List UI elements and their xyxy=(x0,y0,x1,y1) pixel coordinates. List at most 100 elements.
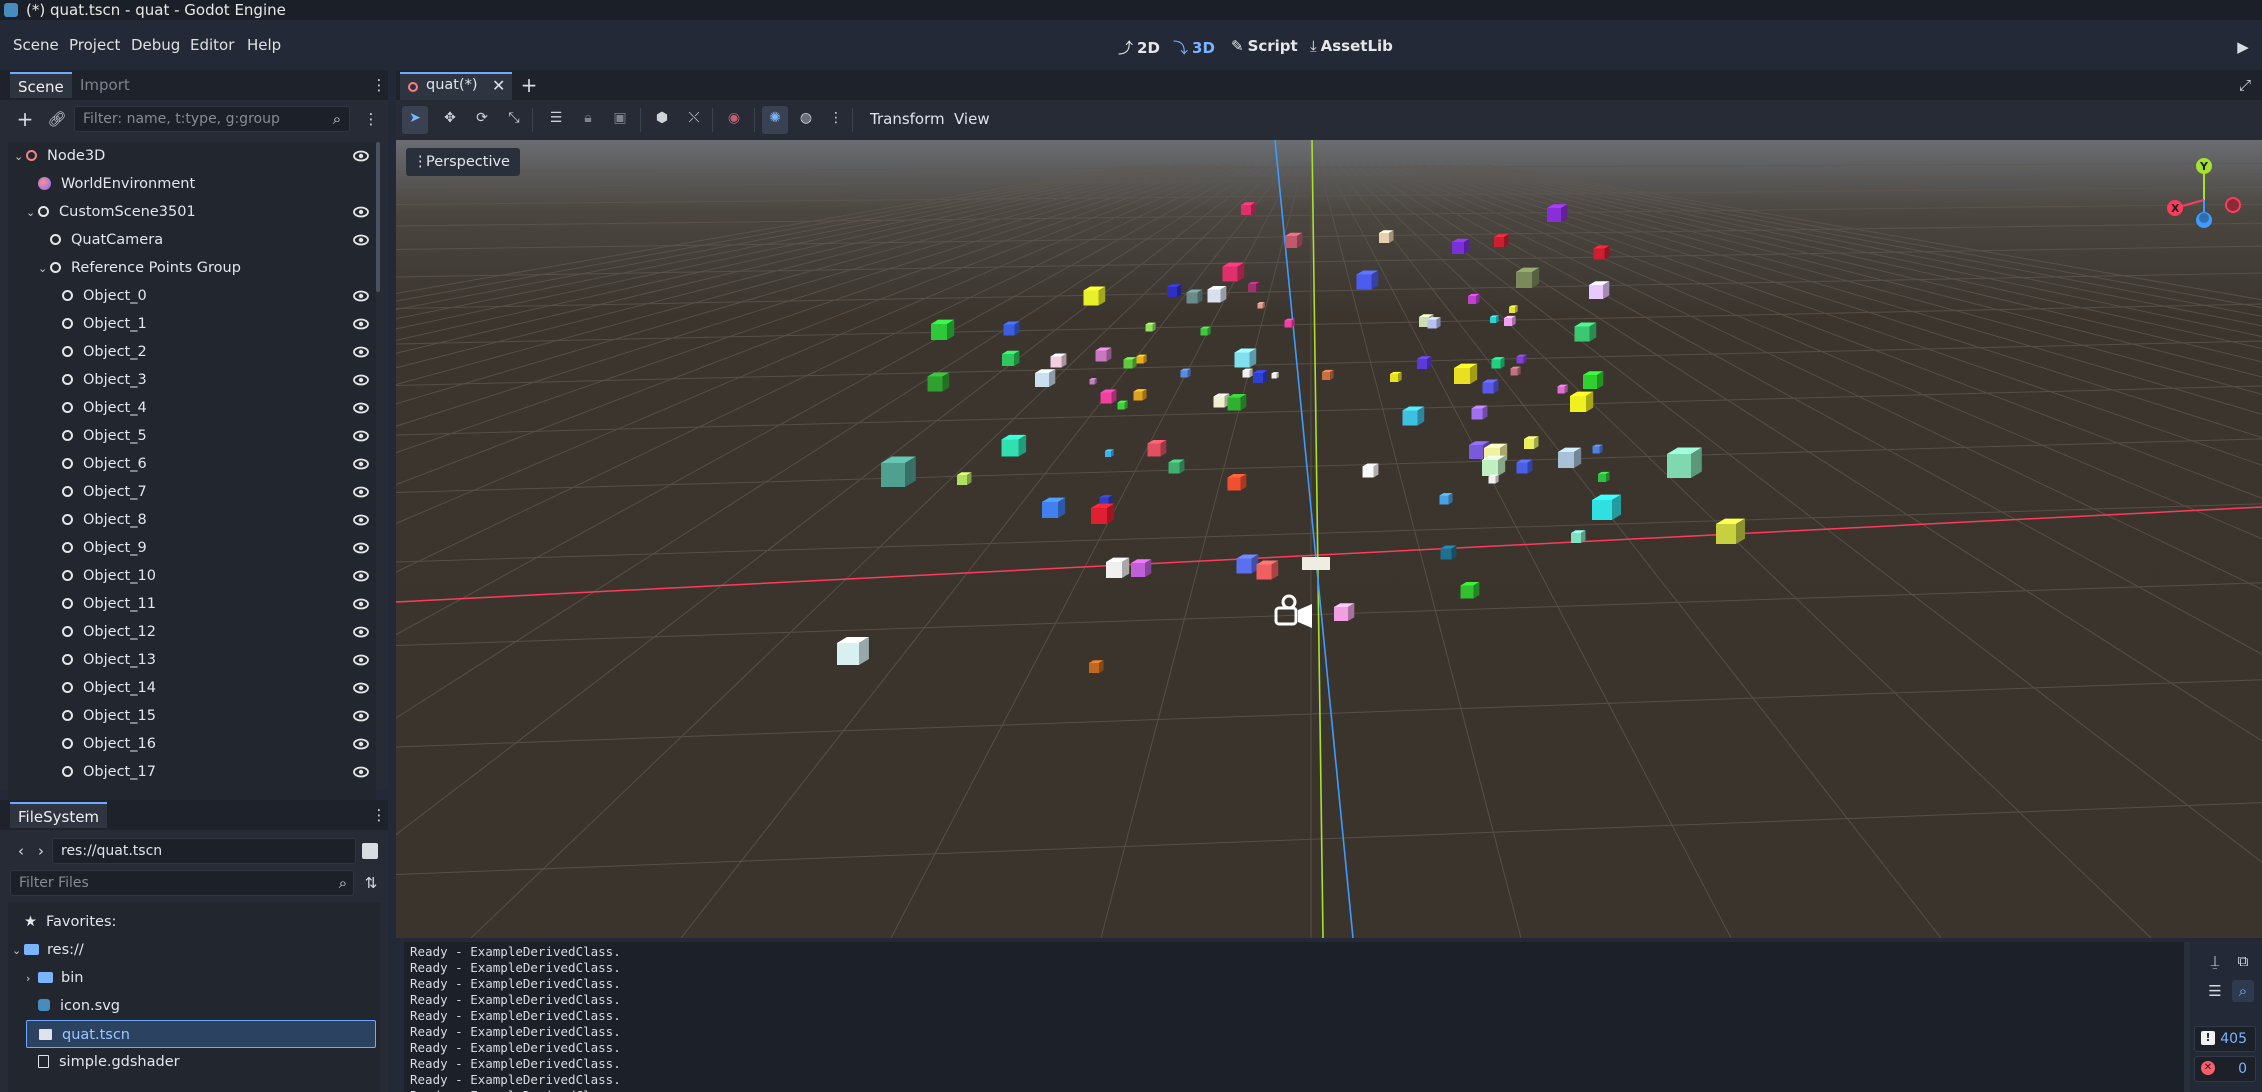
scene-tree-item[interactable]: Object_7 xyxy=(50,478,370,506)
reference-object-cube[interactable] xyxy=(1390,371,1402,382)
lock-icon[interactable]: 🔒︎ xyxy=(576,110,600,130)
visibility-eye-icon[interactable] xyxy=(352,366,370,394)
snap-icon[interactable]: ⬢ xyxy=(650,110,674,130)
scene-tree-item[interactable]: Object_2 xyxy=(50,338,370,366)
reference-object-cube[interactable] xyxy=(1482,379,1499,394)
reference-object-cube[interactable] xyxy=(1490,315,1499,323)
3d-viewport[interactable]: Y X ⋮ Perspective xyxy=(396,140,2262,938)
visibility-eye-icon[interactable] xyxy=(352,282,370,310)
reference-object-cube[interactable] xyxy=(1362,463,1379,478)
reference-object-cube[interactable] xyxy=(1491,357,1505,369)
reference-object-cube[interactable] xyxy=(1509,305,1518,313)
scene-tree-item[interactable]: Object_15 xyxy=(50,702,370,730)
visibility-eye-icon[interactable] xyxy=(352,506,370,534)
scene-filter-input[interactable]: Filter: name, t:type, g:group xyxy=(74,106,350,132)
filesystem-item[interactable]: quat.tscn xyxy=(26,1020,376,1048)
reference-object-cube[interactable] xyxy=(837,637,869,665)
visibility-eye-icon[interactable] xyxy=(352,646,370,674)
reference-object-cube[interactable] xyxy=(1482,455,1506,476)
reference-object-cube[interactable] xyxy=(1516,354,1527,364)
reference-object-cube[interactable] xyxy=(1334,603,1355,621)
scene-tree-item[interactable]: Object_3 xyxy=(50,366,370,394)
reference-object-cube[interactable] xyxy=(1593,245,1610,260)
visibility-eye-icon[interactable] xyxy=(352,590,370,618)
reference-object-cube[interactable] xyxy=(1001,434,1027,457)
perspective-button[interactable]: ⋮ Perspective xyxy=(406,148,520,176)
menu-scene[interactable]: Scene xyxy=(13,36,59,54)
expand-arrow-icon[interactable]: ⌄ xyxy=(12,937,24,965)
environment-icon[interactable]: ◍ xyxy=(794,110,818,130)
scene-tree-item[interactable]: Object_9 xyxy=(50,534,370,562)
reference-object-cube[interactable] xyxy=(1257,302,1265,309)
reference-object-cube[interactable] xyxy=(1592,494,1621,520)
reference-object-cube[interactable] xyxy=(1356,270,1379,290)
reference-object-cube[interactable] xyxy=(1504,315,1516,326)
tree-options-icon[interactable]: ⋮ xyxy=(360,108,382,130)
reference-object-cube[interactable] xyxy=(1417,356,1432,369)
reference-object-cube[interactable] xyxy=(1136,354,1147,364)
search-icon[interactable]: ⌕ xyxy=(2232,980,2254,1002)
reference-object-cube[interactable] xyxy=(1227,473,1247,491)
reference-object-cube[interactable] xyxy=(1095,347,1112,362)
tab-filesystem[interactable]: FileSystem xyxy=(10,802,108,828)
reference-object-cube[interactable] xyxy=(1471,405,1488,420)
reference-object-cube[interactable] xyxy=(1557,384,1568,394)
copy-icon[interactable]: ⧉ xyxy=(2232,950,2254,972)
scene-tree-item[interactable]: WorldEnvironment xyxy=(26,170,370,198)
add-tab-icon[interactable]: + xyxy=(518,74,540,96)
scene-tree-item[interactable]: Object_16 xyxy=(50,730,370,758)
reference-object-cube[interactable] xyxy=(1379,230,1394,243)
scene-tree-item[interactable]: ⌄ CustomScene3501 xyxy=(26,198,370,226)
filesystem-filter-input[interactable]: Filter Files xyxy=(10,870,354,896)
reference-object-cube[interactable] xyxy=(1213,393,1230,408)
visibility-eye-icon[interactable] xyxy=(352,562,370,590)
reference-object-cube[interactable] xyxy=(1145,322,1156,332)
close-icon[interactable]: ✕ xyxy=(492,76,505,95)
errors-toggle[interactable]: ✕ 0 xyxy=(2194,1056,2256,1082)
reference-object-cube[interactable] xyxy=(1439,493,1453,505)
main-screen-assetlib-button[interactable]: ⤓ AssetLib xyxy=(1310,37,1393,55)
reference-object-cube[interactable] xyxy=(1042,497,1066,518)
scene-tree-item[interactable]: Object_0 xyxy=(50,282,370,310)
main-screen-3d-button[interactable]: ⤵ 3D xyxy=(1173,37,1215,58)
reference-object-cube[interactable] xyxy=(1510,366,1521,376)
warnings-toggle[interactable]: ! 405 xyxy=(2194,1026,2256,1052)
reference-object-cube[interactable] xyxy=(1186,289,1203,304)
scene-tree-item[interactable]: Object_5 xyxy=(50,422,370,450)
scene-tree-item[interactable]: Object_12 xyxy=(50,618,370,646)
reference-object-cube[interactable] xyxy=(1222,262,1245,282)
filesystem-item[interactable]: › bin xyxy=(26,964,376,992)
reference-object-cube[interactable] xyxy=(1256,560,1279,580)
reference-object-cube[interactable] xyxy=(1589,281,1610,299)
reference-object-cube[interactable] xyxy=(1516,459,1533,474)
reference-object-cube[interactable] xyxy=(1667,447,1702,478)
scene-tree-item[interactable]: ⌄ Reference Points Group xyxy=(38,254,370,282)
dock-menu-icon[interactable]: ⋮ xyxy=(368,804,390,826)
transform-menu[interactable]: Transform xyxy=(870,110,945,128)
menu-help[interactable]: Help xyxy=(247,36,281,54)
reference-object-cube[interactable] xyxy=(1716,518,1745,544)
split-view-icon[interactable] xyxy=(362,843,378,859)
reference-object-cube[interactable] xyxy=(927,372,950,392)
scene-tree-item[interactable]: Object_17 xyxy=(50,758,370,786)
menu-editor[interactable]: Editor xyxy=(190,36,234,54)
reference-object-cube[interactable] xyxy=(1322,369,1334,380)
visibility-eye-icon[interactable] xyxy=(352,674,370,702)
reference-object-cube[interactable] xyxy=(1100,389,1117,404)
add-node-icon[interactable]: + xyxy=(14,108,36,130)
reference-object-cube[interactable] xyxy=(1234,348,1257,368)
more-options-icon[interactable]: ⋮ xyxy=(824,110,848,130)
reference-object-cube[interactable] xyxy=(1035,369,1056,387)
visibility-eye-icon[interactable] xyxy=(352,338,370,366)
visibility-eye-icon[interactable] xyxy=(352,450,370,478)
reference-object-cube[interactable] xyxy=(1117,400,1128,410)
reference-object-cube[interactable] xyxy=(1083,286,1106,306)
visibility-eye-icon[interactable] xyxy=(352,478,370,506)
reference-object-cube[interactable] xyxy=(1284,318,1295,328)
reference-object-cube[interactable] xyxy=(1570,391,1594,412)
reference-object-cube[interactable] xyxy=(1248,281,1260,292)
scene-tree-item[interactable]: Object_8 xyxy=(50,506,370,534)
reference-object-cube[interactable] xyxy=(1271,372,1279,379)
back-icon[interactable]: ‹ xyxy=(10,840,32,862)
reference-object-cube[interactable] xyxy=(1460,581,1480,599)
